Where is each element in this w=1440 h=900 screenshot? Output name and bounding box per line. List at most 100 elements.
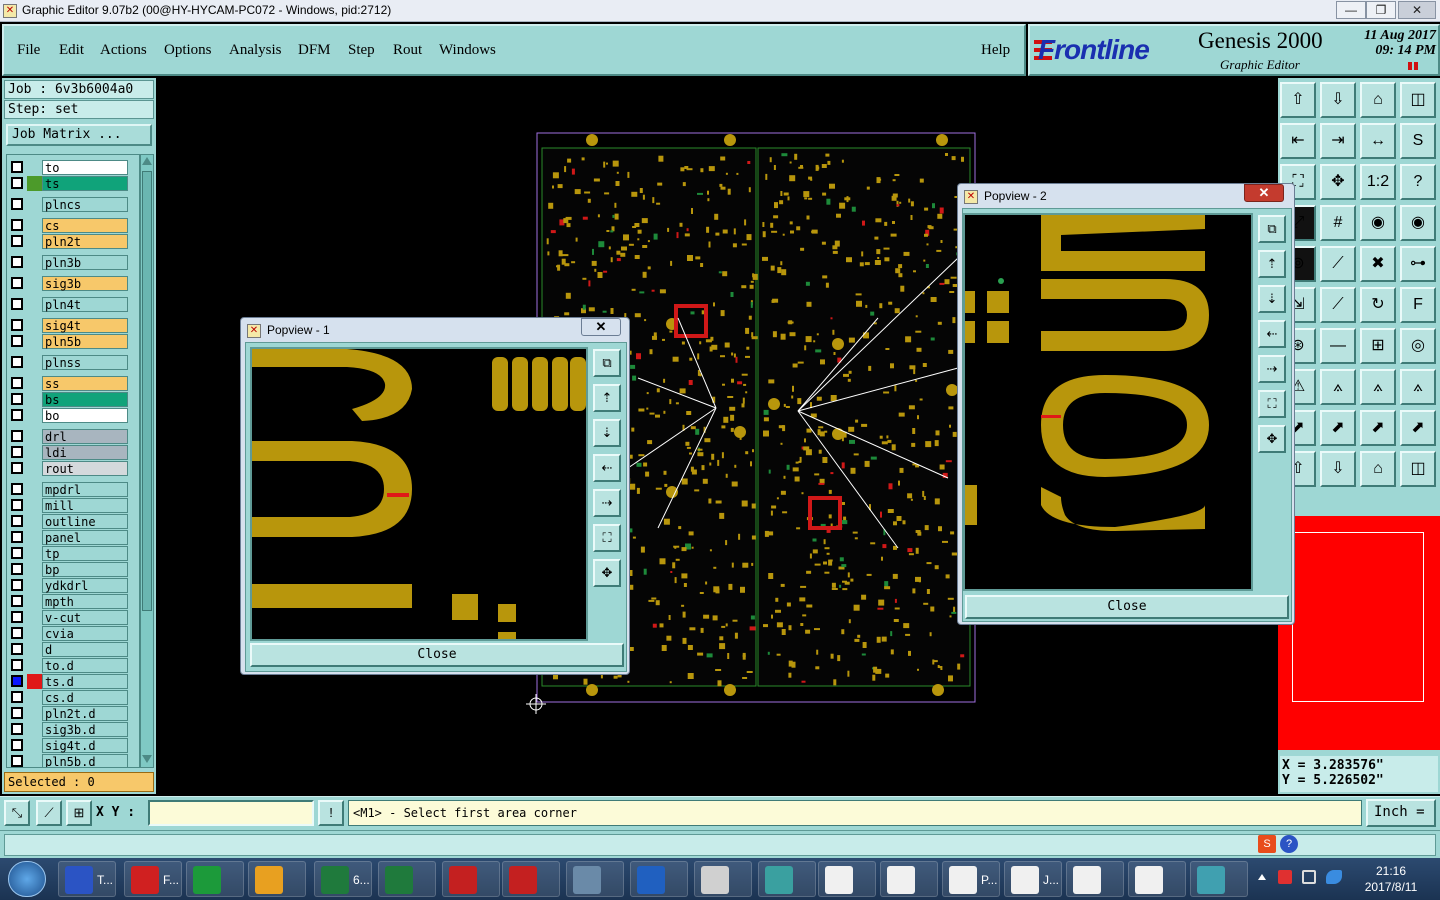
layer-name[interactable]: outline bbox=[42, 514, 128, 529]
layer-color-swatch[interactable] bbox=[27, 297, 42, 312]
network-icon[interactable] bbox=[1302, 870, 1316, 884]
layer-name[interactable]: cs.d bbox=[42, 690, 128, 705]
layer-color-swatch[interactable] bbox=[27, 498, 42, 513]
tool-button-icon[interactable]: — bbox=[1320, 328, 1356, 364]
popview-2-tool-fit-icon[interactable]: ⛶ bbox=[1258, 390, 1286, 418]
layer-row-mpdrl[interactable]: mpdrl bbox=[7, 481, 139, 497]
layer-checkbox[interactable] bbox=[11, 161, 23, 173]
taskbar-app-button[interactable]: J... bbox=[1004, 861, 1062, 897]
layer-name[interactable]: mpth bbox=[42, 594, 128, 609]
layer-checkbox[interactable] bbox=[11, 462, 23, 474]
layer-checkbox[interactable] bbox=[11, 499, 23, 511]
layer-color-swatch[interactable] bbox=[27, 482, 42, 497]
menu-file[interactable]: File bbox=[17, 42, 40, 59]
layer-row-panel[interactable]: panel bbox=[7, 529, 139, 545]
layer-row-cvia[interactable]: cvia bbox=[7, 625, 139, 641]
layer-row-bo[interactable]: bo bbox=[7, 407, 139, 423]
xy-input[interactable] bbox=[148, 800, 314, 826]
layer-checkbox[interactable] bbox=[11, 430, 23, 442]
zoom-area-icon[interactable]: ⤡ bbox=[4, 800, 30, 826]
layer-color-swatch[interactable] bbox=[27, 218, 42, 233]
layer-row-sig3b[interactable]: sig3b bbox=[7, 275, 139, 291]
layer-checkbox[interactable] bbox=[11, 335, 23, 347]
taskbar-clock[interactable]: 21:16 2017/8/11 bbox=[1356, 863, 1426, 895]
layer-row-ldi[interactable]: ldi bbox=[7, 444, 139, 460]
layer-checkbox[interactable] bbox=[11, 611, 23, 623]
layer-color-swatch[interactable] bbox=[27, 642, 42, 657]
tool-button-icon[interactable]: ⬈ bbox=[1400, 410, 1436, 446]
layer-color-swatch[interactable] bbox=[27, 334, 42, 349]
tool-button-icon[interactable]: ◉ bbox=[1360, 205, 1396, 241]
layer-color-swatch[interactable] bbox=[27, 318, 42, 333]
layer-color-swatch[interactable] bbox=[27, 626, 42, 641]
layer-name[interactable]: sig4t.d bbox=[42, 738, 128, 753]
layer-checkbox[interactable] bbox=[11, 483, 23, 495]
layer-row-bp[interactable]: bp bbox=[7, 561, 139, 577]
layer-color-swatch[interactable] bbox=[27, 445, 42, 460]
taskbar-app-button[interactable] bbox=[630, 861, 688, 897]
layer-color-swatch[interactable] bbox=[27, 530, 42, 545]
taskbar-app-button[interactable] bbox=[758, 861, 816, 897]
popview-1-close-button[interactable]: Close bbox=[250, 643, 624, 667]
layer-row-to[interactable]: to bbox=[7, 159, 139, 175]
tool-button-icon[interactable]: ◫ bbox=[1400, 451, 1436, 487]
layer-name[interactable]: pln5b.d bbox=[42, 754, 128, 767]
layer-name[interactable]: v-cut bbox=[42, 610, 128, 625]
taskbar-app-button[interactable]: T... bbox=[58, 861, 116, 897]
layer-color-swatch[interactable] bbox=[27, 690, 42, 705]
layer-name[interactable]: ldi bbox=[42, 445, 128, 460]
layer-row-mpth[interactable]: mpth bbox=[7, 593, 139, 609]
layer-name[interactable]: tp bbox=[42, 546, 128, 561]
tool-button-icon[interactable]: ⇩ bbox=[1320, 451, 1356, 487]
layer-row-sig3b.d[interactable]: sig3b.d bbox=[7, 721, 139, 737]
layer-row-outline[interactable]: outline bbox=[7, 513, 139, 529]
layer-name[interactable]: panel bbox=[42, 530, 128, 545]
layer-row-ydkdrl[interactable]: ydkdrl bbox=[7, 577, 139, 593]
layer-checkbox[interactable] bbox=[11, 319, 23, 331]
layer-checkbox[interactable] bbox=[11, 659, 23, 671]
overview-map[interactable] bbox=[1278, 516, 1440, 750]
scroll-up-icon[interactable] bbox=[142, 155, 152, 165]
maximize-button[interactable]: ❐ bbox=[1366, 1, 1396, 19]
layer-color-swatch[interactable] bbox=[27, 674, 42, 689]
layer-row-to.d[interactable]: to.d bbox=[7, 657, 139, 673]
layer-row-plncs[interactable]: plncs bbox=[7, 196, 139, 212]
popview-2-viewport[interactable] bbox=[963, 213, 1253, 591]
layer-name[interactable]: to bbox=[42, 160, 128, 175]
layer-name[interactable]: ydkdrl bbox=[42, 578, 128, 593]
tool-button-icon[interactable]: ⊞ bbox=[1360, 328, 1396, 364]
layer-checkbox[interactable] bbox=[11, 579, 23, 591]
layer-row-sig4t.d[interactable]: sig4t.d bbox=[7, 737, 139, 753]
layer-row-tp[interactable]: tp bbox=[7, 545, 139, 561]
layer-name[interactable]: rout bbox=[42, 461, 128, 476]
layer-row-drl[interactable]: drl bbox=[7, 428, 139, 444]
tool-button-icon[interactable]: ⌂ bbox=[1360, 82, 1396, 118]
popview-2-tool-pan-up-icon[interactable]: ⇡ bbox=[1258, 250, 1286, 278]
layer-name[interactable]: to.d bbox=[42, 658, 128, 673]
layer-name[interactable]: bp bbox=[42, 562, 128, 577]
help-icon[interactable]: ? bbox=[1280, 835, 1298, 853]
tool-button-icon[interactable]: ✥ bbox=[1320, 164, 1356, 200]
tool-button-icon[interactable]: ↔ bbox=[1360, 123, 1396, 159]
layer-row-plnss[interactable]: plnss bbox=[7, 354, 139, 370]
taskbar-app-button[interactable] bbox=[248, 861, 306, 897]
layer-color-swatch[interactable] bbox=[27, 658, 42, 673]
taskbar-app-button[interactable] bbox=[1128, 861, 1186, 897]
tool-button-icon[interactable]: ? bbox=[1400, 164, 1436, 200]
layer-color-swatch[interactable] bbox=[27, 610, 42, 625]
tool-button-icon[interactable]: ⇩ bbox=[1320, 82, 1356, 118]
popview-1-tool-pan-up-icon[interactable]: ⇡ bbox=[593, 384, 621, 412]
taskbar-app-button[interactable] bbox=[1066, 861, 1124, 897]
layer-color-swatch[interactable] bbox=[27, 160, 42, 175]
layer-color-swatch[interactable] bbox=[27, 578, 42, 593]
tool-button-icon[interactable]: ⬈ bbox=[1320, 410, 1356, 446]
taskbar-app-button[interactable]: F... bbox=[124, 861, 182, 897]
tool-button-icon[interactable]: ⟑ bbox=[1360, 369, 1396, 405]
layer-row-bs[interactable]: bs bbox=[7, 391, 139, 407]
popview-1-tool-zoom-in-icon[interactable]: ✥ bbox=[593, 559, 621, 587]
scroll-thumb[interactable] bbox=[142, 171, 152, 611]
popview-2-tool-zoom-in-icon[interactable]: ✥ bbox=[1258, 425, 1286, 453]
popview-1-close-x[interactable]: ✕ bbox=[581, 318, 621, 336]
layer-color-swatch[interactable] bbox=[27, 197, 42, 212]
tray-app-icon[interactable] bbox=[1278, 870, 1292, 884]
